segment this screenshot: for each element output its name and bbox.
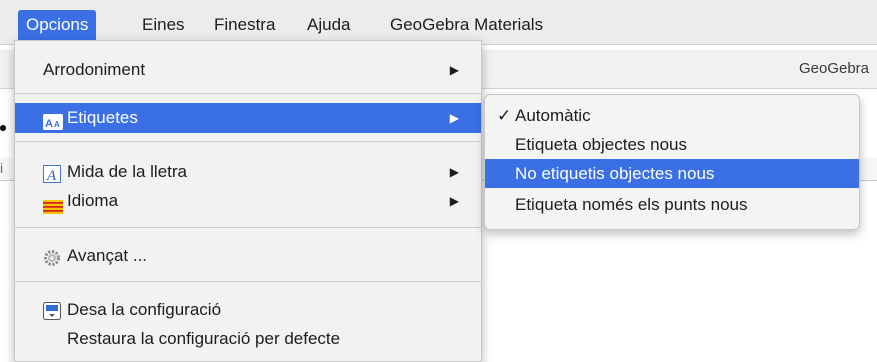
menu-item-etiquetes[interactable]: A A Etiquetes ▶: [15, 103, 481, 133]
menu-item-mida-de-la-lletra[interactable]: A Mida de la lletra ▶: [15, 157, 481, 187]
submenu-item-etiqueta-objectes-nous[interactable]: Etiqueta objectes nous: [485, 130, 859, 159]
submenu-item-label: No etiquetis objectes nous: [515, 164, 715, 183]
etiquetes-submenu: ✓ Automàtic Etiqueta objectes nous No et…: [484, 94, 860, 230]
svg-text:A: A: [46, 168, 57, 183]
menu-item-label: Etiquetes: [67, 108, 138, 127]
menu-item-desa-la-configuracio[interactable]: Desa la configuració: [15, 295, 481, 325]
point-marker: [0, 125, 6, 131]
submenu-item-label: Etiqueta objectes nous: [515, 135, 688, 154]
submenu-arrow-icon: ▶: [449, 165, 459, 179]
save-icon: [43, 300, 61, 320]
menu-separator: [15, 227, 481, 228]
font-icon: A: [43, 163, 61, 184]
menu-ajuda[interactable]: Ajuda: [299, 10, 358, 40]
menu-item-arrodoniment[interactable]: Arrodoniment ▶: [15, 55, 481, 85]
opcions-dropdown-menu: Arrodoniment ▶ A A Etiquetes ▶ A Mida de…: [14, 40, 482, 362]
svg-text:A: A: [54, 120, 60, 129]
menu-item-label: Desa la configuració: [67, 300, 222, 319]
text-size-icon: A A: [43, 110, 63, 130]
menu-item-label: Restaura la configuració per defecte: [67, 329, 341, 348]
menu-finestra[interactable]: Finestra: [206, 10, 283, 40]
submenu-item-no-etiquetis-objectes-nous[interactable]: No etiquetis objectes nous: [485, 159, 859, 188]
submenu-arrow-icon: ▶: [449, 194, 459, 208]
menu-bar: Opcions Eines Finestra Ajuda GeoGebra Ma…: [0, 0, 877, 45]
submenu-item-label: Etiqueta només els punts nous: [515, 195, 748, 214]
menu-geogebra-materials[interactable]: GeoGebra Materials: [382, 10, 551, 40]
submenu-item-etiqueta-nomes-punts-nous[interactable]: Etiqueta només els punts nous: [485, 190, 859, 219]
checkmark-icon: ✓: [497, 106, 512, 125]
menu-item-avancat[interactable]: Avançat ...: [15, 241, 481, 271]
menu-separator: [15, 281, 481, 282]
menu-separator: [15, 141, 481, 142]
window-text-fragment: i: [0, 160, 4, 176]
menu-item-idioma[interactable]: Idioma ▶: [15, 186, 481, 216]
submenu-arrow-icon: ▶: [449, 111, 459, 125]
submenu-item-label: Automàtic: [515, 106, 591, 125]
menu-separator: [15, 93, 481, 94]
menu-item-label: Arrodoniment: [43, 60, 146, 79]
flag-icon: [43, 194, 63, 214]
menu-item-label: Mida de la lletra: [67, 162, 188, 181]
gear-icon: [43, 247, 61, 266]
window-title: GeoGebra: [798, 60, 869, 77]
menu-item-label: Avançat ...: [67, 246, 148, 265]
submenu-item-automatic[interactable]: ✓ Automàtic: [485, 101, 859, 130]
menu-opcions[interactable]: Opcions: [18, 10, 97, 40]
svg-text:A: A: [45, 118, 53, 130]
menu-item-label: Idioma: [67, 191, 119, 210]
menu-item-restaura-configuracio[interactable]: Restaura la configuració per defecte: [15, 324, 481, 354]
submenu-arrow-icon: ▶: [449, 63, 459, 77]
menu-eines[interactable]: Eines: [134, 10, 193, 40]
